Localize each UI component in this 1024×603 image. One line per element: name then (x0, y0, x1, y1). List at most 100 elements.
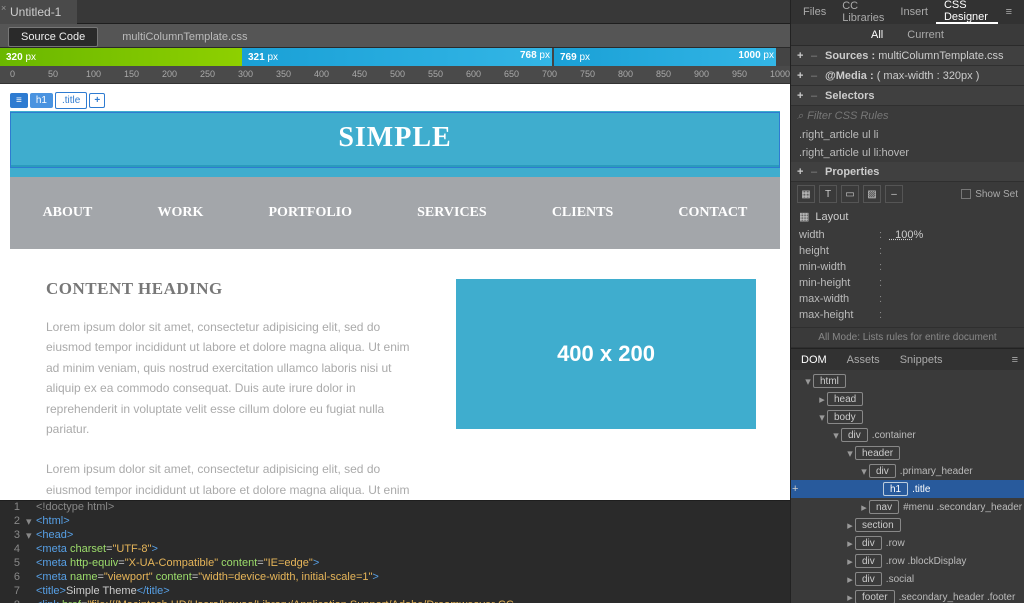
selection-chip-tag[interactable]: h1 (30, 93, 53, 108)
sources-accordion[interactable]: + – Sources : multiColumnTemplate.css (791, 46, 1024, 66)
dom-node[interactable]: ▾div.container (791, 426, 1024, 444)
dom-node[interactable]: ▸div.row (791, 534, 1024, 552)
css-mode-current[interactable]: Current (907, 29, 944, 41)
search-icon: ⌕ (797, 110, 803, 123)
dom-node[interactable]: ▸div.row .blockDisplay (791, 552, 1024, 570)
breakpoint-segment[interactable]: 769 px1000 px (554, 48, 776, 66)
ruler-tick: 450 (352, 69, 367, 79)
layout-property-row[interactable]: width: 100% (799, 227, 1016, 243)
add-property-button[interactable]: + (797, 166, 811, 178)
layout-property-row[interactable]: min-width: (799, 259, 1016, 275)
css-mode-all[interactable]: All (871, 29, 883, 41)
tab-dom[interactable]: DOM (791, 354, 837, 366)
background-icon[interactable]: ▨ (863, 185, 881, 203)
mode-note: All Mode: Lists rules for entire documen… (791, 327, 1024, 348)
close-icon[interactable]: × (1, 3, 6, 13)
site-right-column: 400 x 200 (456, 279, 756, 500)
ruler-tick: 200 (162, 69, 177, 79)
selectors-accordion[interactable]: + – Selectors (791, 86, 1024, 106)
hamburger-icon[interactable]: ≡ (10, 93, 28, 108)
tab-cc-libraries[interactable]: CC Libraries (834, 0, 892, 24)
tab-insert[interactable]: Insert (892, 0, 936, 24)
dom-node[interactable]: ▾body (791, 408, 1024, 426)
dom-node[interactable]: ▸footer.secondary_header .footer (791, 588, 1024, 603)
selectors-label: Selectors (825, 90, 875, 102)
nav-item[interactable]: ABOUT (43, 205, 93, 221)
more-icon[interactable]: – (885, 185, 903, 203)
dom-node[interactable]: ▸head (791, 390, 1024, 408)
media-accordion[interactable]: + – @Media : ( max-width : 320px ) (791, 66, 1024, 86)
add-selector-button[interactable]: + (89, 93, 105, 108)
breakpoint-segment[interactable]: 320 px (0, 48, 242, 66)
ruler-tick: 1000 (770, 69, 790, 79)
dom-node[interactable]: ▸div.social (791, 570, 1024, 588)
nav-item[interactable]: WORK (157, 205, 203, 221)
layout-property-row[interactable]: height: (799, 243, 1016, 259)
panel-tabs: Files CC Libraries Insert CSS Designer ≡ (791, 0, 1024, 24)
right-sidebar: Files CC Libraries Insert CSS Designer ≡… (790, 0, 1024, 603)
properties-accordion[interactable]: + – Properties (791, 162, 1024, 182)
design-canvas[interactable]: ≡ h1 .title + SIMPLE ABOUT WORK PORTFOLIO S… (0, 84, 790, 500)
ruler-tick: 850 (656, 69, 671, 79)
code-line[interactable]: 5 <meta http-equiv="X-UA-Compatible" con… (0, 557, 790, 571)
ruler-tick: 650 (504, 69, 519, 79)
code-view[interactable]: 1 <!doctype html>2▾<html>3▾<head>4 <meta… (0, 500, 790, 603)
site-title: SIMPLE (338, 122, 451, 154)
dom-node[interactable]: ▸nav#menu .secondary_header (791, 498, 1024, 516)
dom-node[interactable]: ▸section (791, 516, 1024, 534)
dom-menu-icon[interactable]: ≡ (1002, 354, 1024, 366)
tab-snippets[interactable]: Snippets (890, 354, 953, 366)
css-rule[interactable]: .right_article ul li:hover (791, 144, 1024, 162)
text-icon[interactable]: T (819, 185, 837, 203)
ruler-tick: 150 (124, 69, 139, 79)
content-paragraph: Lorem ipsum dolor sit amet, consectetur … (46, 459, 416, 500)
tab-css-designer[interactable]: CSS Designer (936, 0, 998, 24)
border-icon[interactable]: ▭ (841, 185, 859, 203)
dom-node[interactable]: ▾header (791, 444, 1024, 462)
code-line[interactable]: 1 <!doctype html> (0, 501, 790, 515)
code-line[interactable]: 4 <meta charset="UTF-8"> (0, 543, 790, 557)
source-code-tab[interactable]: Source Code (8, 27, 98, 47)
tab-assets[interactable]: Assets (837, 354, 890, 366)
add-source-button[interactable]: + (797, 50, 811, 62)
code-line[interactable]: 6 <meta name="viewport" content="width=d… (0, 571, 790, 585)
selection-chip-class[interactable]: .title (55, 92, 87, 109)
layout-properties: ▦Layout width: 100%height:min-width:min-… (791, 206, 1024, 327)
add-media-button[interactable]: + (797, 70, 811, 82)
ruler-tick: 500 (390, 69, 405, 79)
tab-files[interactable]: Files (795, 0, 834, 24)
code-line[interactable]: 3▾<head> (0, 529, 790, 543)
content-heading: CONTENT HEADING (46, 279, 416, 299)
document-tab[interactable]: × Untitled-1 (0, 0, 77, 24)
dom-tree[interactable]: ▾html▸head▾body▾div.container▾header▾div… (791, 370, 1024, 603)
site-header-strip (10, 167, 780, 177)
nav-item[interactable]: SERVICES (417, 205, 487, 221)
add-element-button[interactable]: + (792, 483, 798, 495)
show-set-toggle[interactable]: Show Set (961, 189, 1018, 200)
nav-item[interactable]: CONTACT (678, 205, 747, 221)
breakpoint-segment[interactable]: 321 px768 px (242, 48, 552, 66)
panel-menu-icon[interactable]: ≡ (998, 0, 1020, 24)
layout-heading: Layout (815, 211, 848, 223)
nav-item[interactable]: PORTFOLIO (269, 205, 353, 221)
layout-property-row[interactable]: min-height: (799, 275, 1016, 291)
nav-item[interactable]: CLIENTS (552, 205, 613, 221)
ruler-tick: 250 (200, 69, 215, 79)
media-label: @Media : (825, 70, 874, 82)
add-selector-button[interactable]: + (797, 90, 811, 102)
dom-node[interactable]: ▾div.primary_header (791, 462, 1024, 480)
related-css-tab[interactable]: multiColumnTemplate.css (110, 27, 259, 47)
selection-breadcrumb: ≡ h1 .title + (10, 92, 780, 109)
code-line[interactable]: 2▾<html> (0, 515, 790, 529)
code-line[interactable]: 8 <link href="file:///Macintosh HD/Users… (0, 599, 790, 603)
ruler-tick: 600 (466, 69, 481, 79)
layout-icon[interactable]: ▦ (797, 185, 815, 203)
css-rule[interactable]: .right_article ul li (791, 126, 1024, 144)
dom-node[interactable]: h1.title+ (791, 480, 1024, 498)
layout-property-row[interactable]: max-height: (799, 307, 1016, 323)
code-line[interactable]: 7 <title>Simple Theme</title> (0, 585, 790, 599)
ruler-tick: 100 (86, 69, 101, 79)
dom-node[interactable]: ▾html (791, 372, 1024, 390)
filter-rules-input[interactable]: Filter CSS Rules (807, 110, 888, 122)
layout-property-row[interactable]: max-width: (799, 291, 1016, 307)
